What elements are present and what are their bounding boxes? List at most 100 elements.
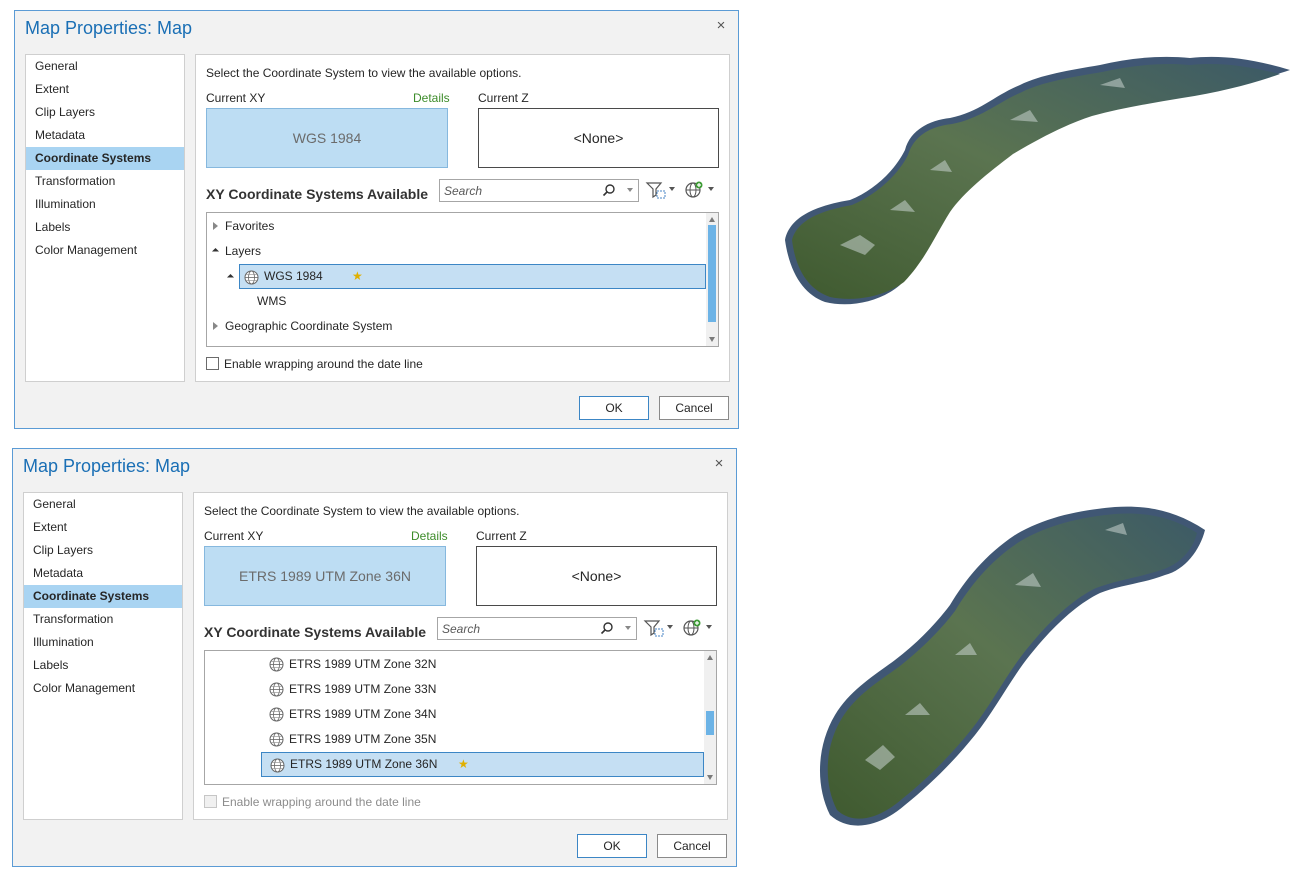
globe-icon [269,707,284,722]
tree-scrollbar[interactable] [704,651,716,784]
filter-chevron-icon [669,187,675,191]
nav-item-transformation[interactable]: Transformation [24,608,182,631]
map-properties-dialog: Map Properties: Map × General Extent Cli… [14,10,739,429]
nav-item-extent[interactable]: Extent [24,516,182,539]
nav-item-general[interactable]: General [26,55,184,78]
search-icon[interactable] [602,183,616,197]
search-input[interactable] [442,620,592,637]
tree-scrollbar[interactable] [706,213,718,346]
filter-button[interactable] [645,180,675,200]
scroll-down-icon[interactable] [709,337,715,342]
search-box[interactable] [439,179,639,202]
available-heading: XY Coordinate Systems Available [206,186,429,202]
nav-item-color-management[interactable]: Color Management [24,677,182,700]
nav-item-color-management[interactable]: Color Management [26,239,184,262]
wrap-dateline-checkbox[interactable] [206,357,219,370]
ok-button[interactable]: OK [577,834,647,858]
tree-row[interactable]: Layers [207,239,706,264]
cancel-button[interactable]: Cancel [659,396,729,420]
coordinate-systems-panel: Select the Coordinate System to view the… [193,492,728,820]
land-mass [827,513,1197,819]
tree-row[interactable]: WGS 1984 ★ [226,264,706,289]
nav-item-illumination[interactable]: Illumination [24,631,182,654]
nav-item-clip-layers[interactable]: Clip Layers [26,101,184,124]
current-xy-value: WGS 1984 [292,130,362,146]
wrap-dateline-option[interactable]: Enable wrapping around the date line [206,357,423,371]
add-coordinate-system-button[interactable] [684,180,714,200]
current-z-box[interactable]: <None> [476,546,717,606]
tree-row[interactable]: ETRS 1989 UTM Zone 33N [205,677,704,702]
close-icon[interactable]: × [712,17,730,35]
tree-row[interactable]: ETRS 1989 UTM Zone 36N ★ [261,752,704,777]
search-input[interactable] [444,182,594,199]
nav-item-coordinate-systems[interactable]: Coordinate Systems [24,585,182,608]
filter-chevron-icon [667,625,673,629]
close-icon[interactable]: × [710,455,728,473]
nav-item-transformation[interactable]: Transformation [26,170,184,193]
add-coordinate-system-button[interactable] [682,618,712,638]
expanded-triangle-icon[interactable] [226,273,235,282]
dialog-title: Map Properties: Map [23,456,191,476]
nav-item-labels[interactable]: Labels [24,654,182,677]
tree-row[interactable]: ETRS 1989 UTM Zone 35N [205,727,704,752]
current-xy-box[interactable]: ETRS 1989 UTM Zone 36N [204,546,446,606]
nav-item-metadata[interactable]: Metadata [24,562,182,585]
filter-button[interactable] [643,618,673,638]
search-icon[interactable] [600,621,614,635]
tree-row-label: ETRS 1989 UTM Zone 32N [289,657,437,671]
favorite-star-icon[interactable]: ★ [458,753,469,776]
scroll-down-icon[interactable] [707,775,713,780]
globe-icon [269,682,284,697]
search-box[interactable] [437,617,637,640]
instruction-text: Select the Coordinate System to view the… [204,504,520,518]
nav-item-metadata[interactable]: Metadata [26,124,184,147]
tree-row-label: ETRS 1989 UTM Zone 34N [289,707,437,721]
wrap-dateline-option[interactable]: Enable wrapping around the date line [204,795,421,809]
current-z-label: Current Z [476,529,527,543]
scroll-up-icon[interactable] [709,217,715,222]
tree-row[interactable]: ETRS 1989 UTM Zone 32N [205,652,704,677]
current-z-box[interactable]: <None> [478,108,719,168]
nav-item-extent[interactable]: Extent [26,78,184,101]
nav-item-coordinate-systems[interactable]: Coordinate Systems [26,147,184,170]
norway-map-utm36n [819,506,1205,826]
expanded-triangle-icon[interactable] [211,247,220,256]
collapsed-triangle-icon[interactable] [213,222,218,230]
tree-row-label: WMS [257,294,287,308]
dialog-titlebar: Map Properties: Map × [13,449,736,485]
dialog-title: Map Properties: Map [25,18,193,38]
ok-button[interactable]: OK [579,396,649,420]
collapsed-triangle-icon[interactable] [213,322,218,330]
globe-add-icon [683,619,701,636]
nav-item-general[interactable]: General [24,493,182,516]
filter-icon [643,620,664,637]
map-properties-dialog: Map Properties: Map × General Extent Cli… [12,448,737,867]
nav-item-illumination[interactable]: Illumination [26,193,184,216]
add-coordinate-system-chevron-icon [706,625,712,629]
search-options-chevron-icon[interactable] [625,626,631,630]
details-link[interactable]: Details [411,529,448,543]
nav-item-labels[interactable]: Labels [26,216,184,239]
add-coordinate-system-chevron-icon [708,187,714,191]
globe-icon [269,732,284,747]
property-nav: General Extent Clip Layers Metadata Coor… [23,492,183,820]
tree-row[interactable]: WMS [207,289,706,314]
tree-row-label: Favorites [225,219,275,233]
tree-row[interactable]: Geographic Coordinate System [207,314,706,339]
tree-row[interactable]: Favorites [207,214,706,239]
details-link[interactable]: Details [413,91,450,105]
scroll-thumb[interactable] [708,225,716,322]
scroll-thumb[interactable] [706,710,714,735]
wrap-dateline-checkbox[interactable] [204,795,217,808]
scroll-up-icon[interactable] [707,655,713,660]
current-z-value: <None> [573,130,624,146]
current-xy-label: Current XY [206,91,266,105]
cancel-button[interactable]: Cancel [657,834,727,858]
search-options-chevron-icon[interactable] [627,188,633,192]
favorite-star-icon[interactable]: ★ [352,265,363,288]
current-xy-box[interactable]: WGS 1984 [206,108,448,168]
nav-item-clip-layers[interactable]: Clip Layers [24,539,182,562]
globe-icon [269,657,284,672]
tree-row[interactable]: ETRS 1989 UTM Zone 34N [205,702,704,727]
norway-map-geographic [785,56,1290,305]
